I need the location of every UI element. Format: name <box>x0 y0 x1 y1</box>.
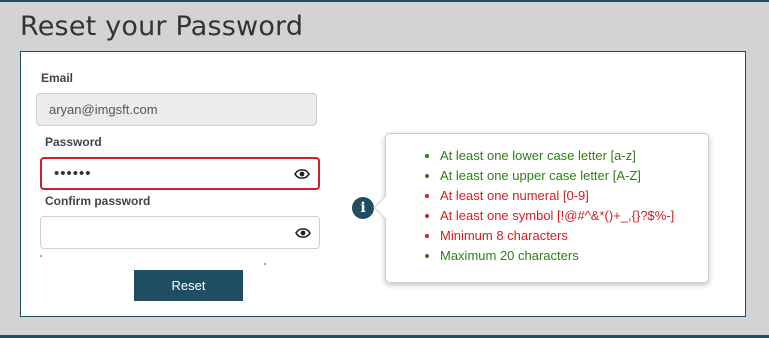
password-rule-item: At least one numeral [0-9] <box>440 186 674 206</box>
password-label: Password <box>45 135 102 149</box>
confirm-password-label: Confirm password <box>45 194 151 208</box>
show-password-eye-icon[interactable] <box>294 168 310 180</box>
field-corner-mark <box>40 255 42 257</box>
password-rule-item: At least one upper case letter [A-Z] <box>440 166 674 186</box>
email-label: Email <box>41 71 74 85</box>
email-field-wrapper <box>36 93 317 126</box>
reset-button[interactable]: Reset <box>134 270 243 301</box>
field-corner-mark <box>264 263 266 265</box>
reset-form-card: Email Password Confirm password Reset i … <box>20 51 746 317</box>
password-rules-popover: At least one lower case letter [a-z]At l… <box>373 133 709 283</box>
password-rule-item: At least one lower case letter [a-z] <box>440 146 674 166</box>
confirm-password-field[interactable] <box>41 217 293 248</box>
top-border <box>0 0 769 2</box>
email-field[interactable] <box>37 94 289 125</box>
password-rule-item: Minimum 8 characters <box>440 226 674 246</box>
password-field[interactable] <box>42 159 294 188</box>
password-field-wrapper <box>40 157 320 190</box>
confirm-password-field-wrapper <box>40 216 320 249</box>
page-title: Reset your Password <box>20 11 304 42</box>
info-icon[interactable]: i <box>352 197 374 219</box>
password-rules-list: At least one lower case letter [a-z]At l… <box>386 146 674 266</box>
password-rule-item: At least one symbol [!@#^&*()+_,{}?$%-] <box>440 206 674 226</box>
password-rule-item: Maximum 20 characters <box>440 246 674 266</box>
show-confirm-password-eye-icon[interactable] <box>295 227 311 239</box>
